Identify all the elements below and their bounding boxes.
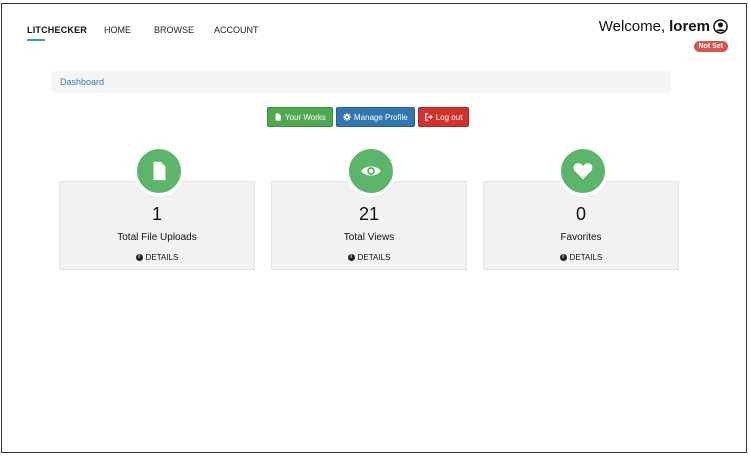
user-circle-icon[interactable] [713, 19, 728, 34]
nav-link-browse[interactable]: BROWSE [154, 25, 194, 35]
info-icon: i [559, 254, 567, 261]
brand-logo[interactable]: LITCHECKER [27, 25, 87, 35]
details-label: DETAILS [569, 253, 603, 262]
details-link[interactable]: i DETAILS [60, 253, 254, 262]
details-link[interactable]: i DETAILS [272, 253, 466, 262]
stat-value: 21 [358, 204, 380, 224]
active-nav-indicator [27, 39, 45, 41]
action-buttons: Your Works Manage Profile Log out [267, 107, 470, 127]
document-icon [275, 113, 281, 121]
manage-profile-button[interactable]: Manage Profile [335, 107, 415, 127]
details-label: DETAILS [357, 253, 391, 262]
sign-out-icon [424, 113, 433, 121]
log-out-button[interactable]: Log out [417, 107, 470, 127]
welcome-prefix: Welcome, [598, 18, 666, 35]
log-out-label: Log out [435, 112, 463, 122]
your-works-label: Your Works [285, 112, 326, 122]
status-badge: Not Set [693, 41, 728, 52]
stat-label: Total File Uploads [117, 232, 197, 243]
manage-profile-label: Manage Profile [353, 112, 408, 122]
details-link[interactable]: i DETAILS [484, 253, 678, 262]
info-icon: i [347, 254, 355, 261]
file-icon [134, 146, 184, 196]
stat-value: 1 [151, 204, 162, 224]
details-label: DETAILS [145, 253, 179, 262]
breadcrumb: Dashboard [51, 71, 671, 93]
top-navbar: LITCHECKER HOME BROWSE ACCOUNT Welcome, … [2, 4, 746, 59]
welcome-message: Welcome, lorem [599, 18, 728, 35]
stat-label: Total Views [343, 232, 395, 243]
heart-icon [558, 146, 608, 196]
nav-link-account[interactable]: ACCOUNT [214, 25, 259, 35]
app-window: LITCHECKER HOME BROWSE ACCOUNT Welcome, … [1, 3, 747, 453]
stat-label: Favorites [560, 232, 602, 243]
gear-icon [343, 113, 351, 121]
breadcrumb-dashboard[interactable]: Dashboard [60, 77, 104, 87]
nav-link-home[interactable]: HOME [104, 25, 131, 35]
your-works-button[interactable]: Your Works [267, 107, 333, 127]
info-icon: i [135, 254, 143, 261]
username: lorem [669, 18, 710, 35]
eye-icon [346, 146, 396, 196]
stat-value: 0 [575, 204, 586, 224]
